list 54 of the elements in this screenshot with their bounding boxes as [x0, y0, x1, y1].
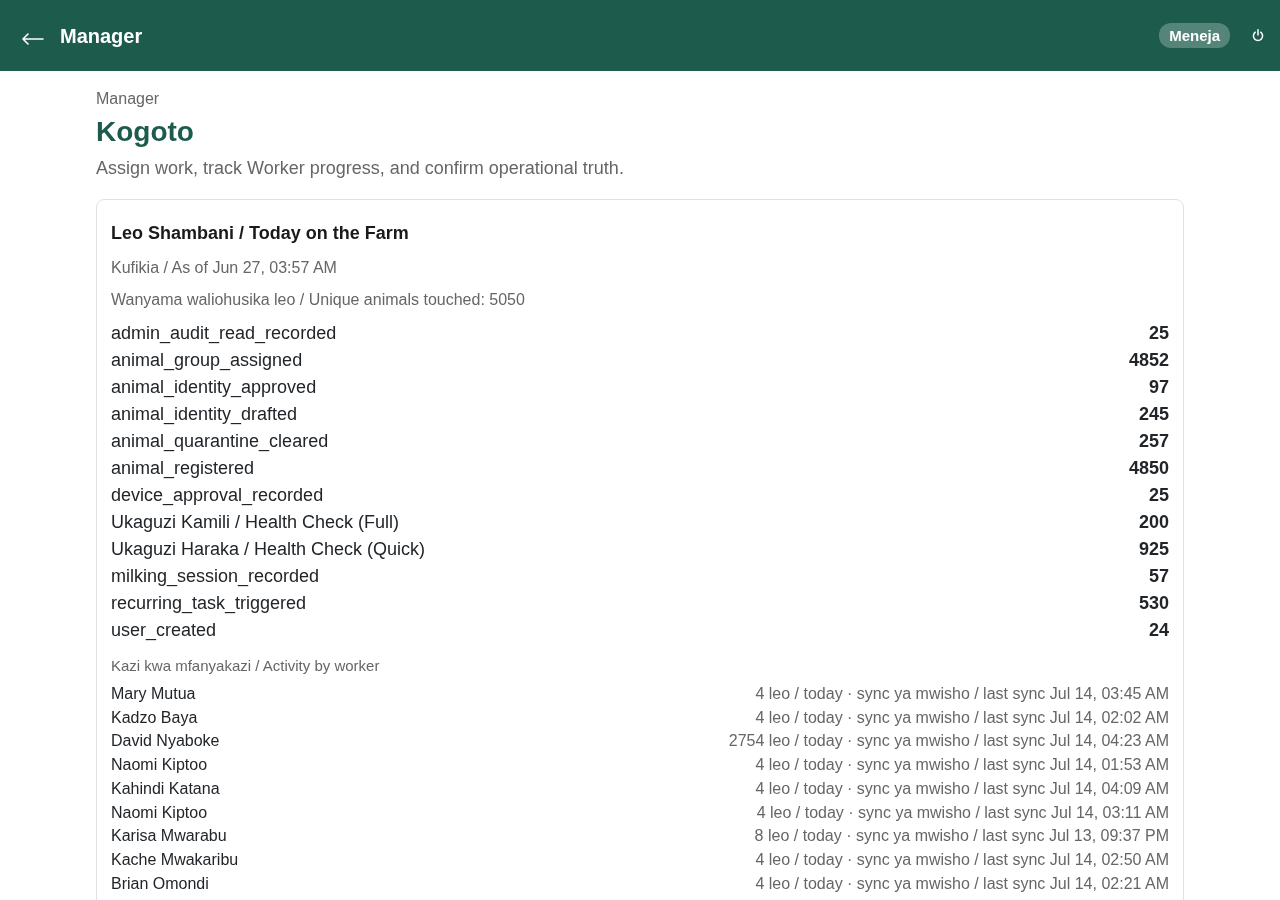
metric-value: 57	[1148, 565, 1169, 588]
as-of-text: Kufikia / As of Jun 27, 03:57 AM	[111, 258, 338, 278]
section-label: Kazi kwa mfanyakazi / Activity by worker	[111, 656, 381, 676]
metric-label: animal_registered	[111, 457, 255, 481]
worker-activity: 2754 leo / today · sync ya mwisho / last sync Jul 14, 04:23 AM	[728, 731, 1169, 752]
metric-label: milking_session_recorded	[111, 565, 320, 589]
metric-value: 245	[1138, 403, 1169, 426]
metric-value: 200	[1138, 511, 1169, 534]
metric-label: admin_audit_read_recorded	[111, 322, 337, 346]
metric-value: 25	[1148, 322, 1169, 345]
worker-name: Mary Mutua	[111, 684, 196, 704]
metric-label: device_approval_recorded	[111, 484, 324, 508]
metric-value: 4852	[1128, 349, 1169, 372]
back-arrow-icon	[22, 32, 44, 45]
metric-label: recurring_task_triggered	[111, 592, 307, 616]
panel-title: Leo Shambani / Today on the Farm	[111, 222, 410, 245]
metric-value: 97	[1148, 376, 1169, 399]
worker-name: David Nyaboke	[111, 731, 220, 752]
page-subtitle: Assign work, track Worker progress, and confirm operational truth.	[96, 157, 625, 180]
metric-value: 530	[1138, 592, 1169, 615]
page-eyebrow: Manager	[96, 89, 161, 109]
power-icon	[1252, 29, 1264, 42]
worker-activity: 4 leo / today · sync ya mwisho / last sync Jul 14, 02:50 AM	[755, 849, 1169, 870]
page-title: Kogoto	[96, 115, 195, 149]
worker-activity: 4 leo / today · sync ya mwisho / last sync Jul 14, 03:11 AM	[756, 802, 1169, 823]
power-button[interactable]	[1250, 27, 1266, 44]
worker-name: Naomi Kiptoo	[111, 755, 208, 776]
metric-value: 925	[1138, 538, 1169, 561]
metric-label: animal_identity_drafted	[111, 403, 298, 427]
worker-name: Kache Mwakaribu	[111, 849, 239, 870]
metric-value: 24	[1148, 619, 1169, 642]
worker-name: Karisa Mwarabu	[111, 826, 227, 847]
worker-name: Naomi Kiptoo	[111, 802, 208, 823]
metric-label: animal_group_assigned	[111, 349, 303, 373]
worker-activity: 4 leo / today · sync ya mwisho / last sync Jul 14, 04:09 AM	[755, 778, 1169, 799]
metric-label: Ukaguzi Haraka / Health Check (Quick)	[111, 538, 426, 561]
worker-name: Kadzo Baya	[111, 707, 198, 728]
metric-label: animal_identity_approved	[111, 376, 317, 400]
unique-animals-text: Wanyama waliohusika leo / Unique animals touched: 5050	[111, 290, 526, 310]
role-badge: Meneja	[1159, 23, 1230, 48]
metric-label: user_created	[111, 619, 217, 643]
worker-activity: 4 leo / today · sync ya mwisho / last sync Jul 14, 01:53 AM	[755, 755, 1169, 776]
worker-name: Brian Omondi	[111, 873, 209, 894]
worker-activity: 8 leo / today · sync ya mwisho / last sync Jul 13, 09:37 PM	[754, 826, 1169, 847]
metric-value: 4850	[1128, 457, 1169, 480]
worker-activity: 4 leo / today · sync ya mwisho / last sync Jul 14, 03:45 AM	[755, 684, 1169, 704]
metric-value: 25	[1148, 484, 1169, 507]
worker-name: Kahindi Katana	[111, 778, 220, 799]
worker-activity: 4 leo / today · sync ya mwisho / last sync Jul 14, 02:02 AM	[755, 707, 1169, 728]
worker-activity: 4 leo / today · sync ya mwisho / last sync Jul 14, 02:21 AM	[755, 873, 1169, 894]
metric-value: 257	[1138, 430, 1169, 453]
app-title: Manager	[60, 23, 143, 48]
metric-label: Ukaguzi Kamili / Health Check (Full)	[111, 511, 400, 534]
metric-label: animal_quarantine_cleared	[111, 430, 329, 454]
